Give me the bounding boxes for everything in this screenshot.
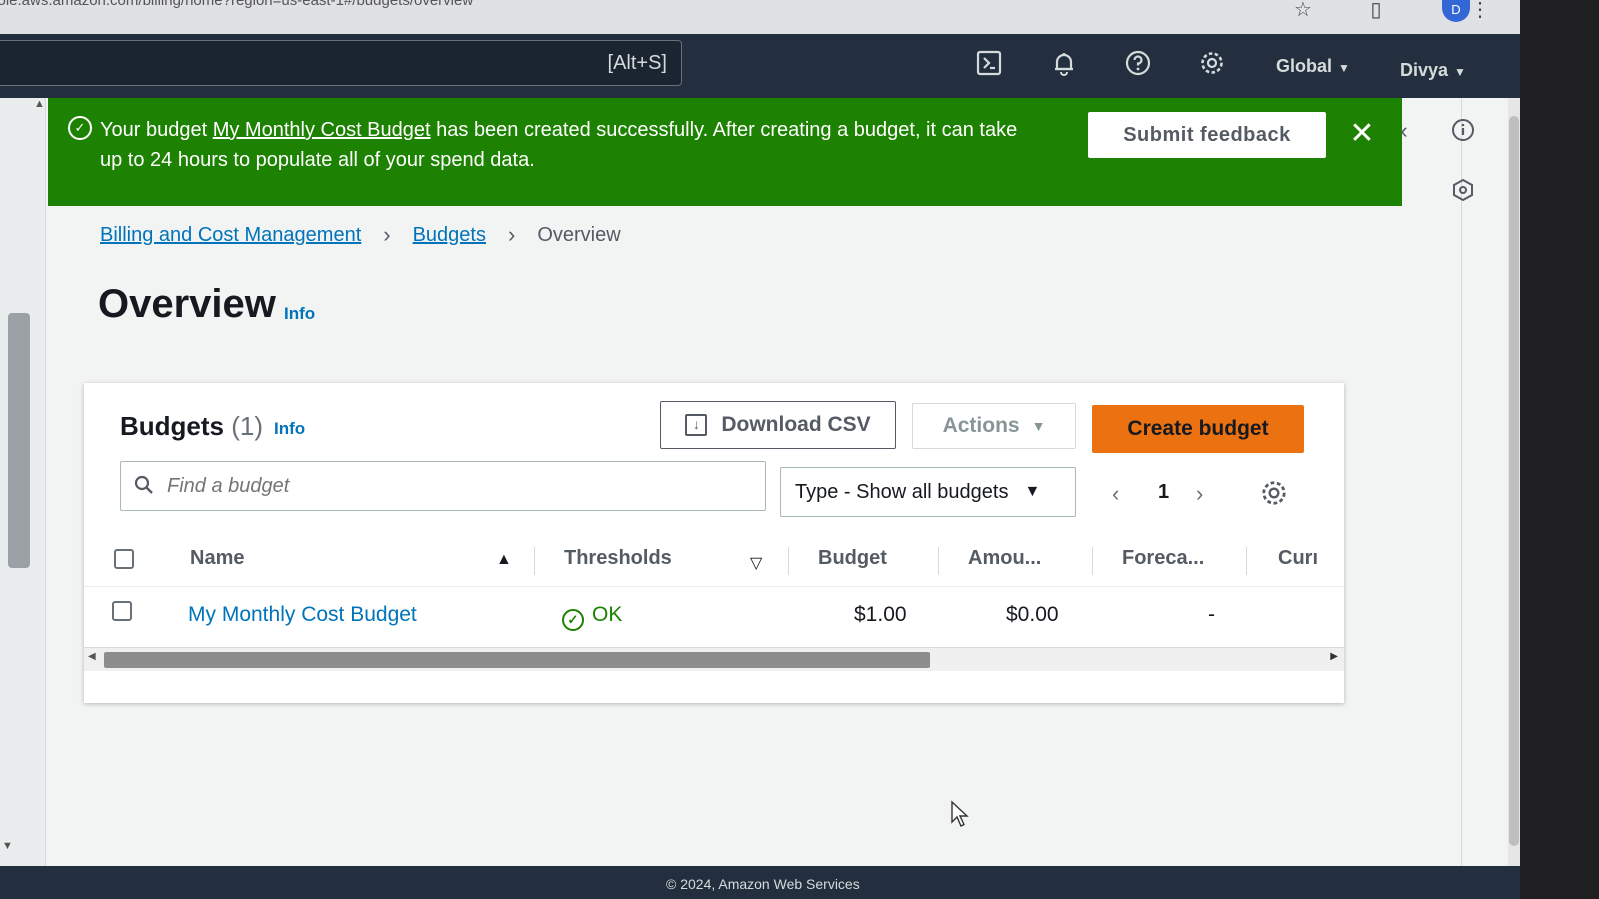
submit-feedback-button[interactable]: Submit feedback (1088, 112, 1326, 158)
success-flash-banner: ✓ Your budget My Monthly Cost Budget has… (48, 98, 1402, 206)
budgets-count: (1) (231, 411, 264, 441)
table-horizontal-scrollbar[interactable]: ◀ ▶ (84, 647, 1344, 671)
download-csv-label: Download CSV (721, 413, 871, 436)
close-icon[interactable]: ✕ (1346, 118, 1378, 150)
actual-amount-cell: $0.00 (1006, 603, 1059, 626)
column-header-budget[interactable]: Budget (818, 547, 887, 570)
help-icon[interactable] (1122, 50, 1154, 82)
browser-menu-icon[interactable]: ⋮ (1467, 0, 1493, 22)
find-budget-input[interactable] (120, 461, 766, 511)
previous-page-icon[interactable]: ‹ (1112, 481, 1119, 507)
chevron-right-icon: › (383, 222, 391, 247)
column-header-thresholds[interactable]: Thresholds (564, 547, 672, 570)
forecast-amount-cell: - (1208, 603, 1215, 626)
search-shortcut-hint: [Alt+S] (607, 52, 667, 74)
page-info-link[interactable]: Info (284, 304, 315, 324)
feedback-icon[interactable] (1448, 178, 1478, 208)
column-header-forecast[interactable]: Foreca... (1122, 547, 1204, 570)
browser-toolbar: sole.aws.amazon.com/billing/home?region=… (0, 0, 1599, 34)
info-circle-icon[interactable] (1448, 118, 1478, 148)
mouse-cursor-icon (951, 800, 969, 827)
breadcrumb: Billing and Cost Management › Budgets › … (100, 222, 621, 248)
budget-amount-cell: $1.00 (854, 603, 907, 626)
current-page-number[interactable]: 1 (1158, 481, 1169, 504)
console-footer: © 2024, Amazon Web Services (0, 866, 1520, 899)
create-budget-button[interactable]: Create budget (1092, 405, 1304, 453)
actions-dropdown[interactable]: Actions ▼ (912, 403, 1076, 449)
caret-down-icon: ▼ (1031, 418, 1046, 434)
search-icon (134, 475, 153, 494)
scroll-up-arrow-icon[interactable]: ▲ (34, 98, 45, 110)
region-selector[interactable]: Global ▼ (1276, 56, 1350, 77)
budget-name-link[interactable]: My Monthly Cost Budget (188, 603, 417, 627)
sort-ascending-icon[interactable]: ▲ (496, 551, 512, 569)
column-header-amount[interactable]: Amou... (968, 547, 1041, 570)
download-csv-button[interactable]: ↓ Download CSV (660, 401, 896, 449)
actions-label: Actions (942, 414, 1020, 437)
caret-down-icon: ▼ (1338, 61, 1350, 75)
profile-avatar[interactable]: D (1442, 0, 1470, 22)
account-menu[interactable]: Divya ▼ (1400, 60, 1466, 81)
scroll-left-arrow-icon[interactable]: ◀ (88, 651, 96, 662)
caret-down-icon: ▼ (1024, 483, 1041, 500)
utility-panel: ‹ (1400, 98, 1520, 866)
horizontal-scrollbar-thumb[interactable] (104, 652, 930, 668)
status-ok-icon: ✓ (562, 609, 584, 631)
preferences-gear-icon[interactable] (1260, 479, 1288, 507)
scroll-right-arrow-icon[interactable]: ▶ (1330, 651, 1338, 662)
breadcrumb-budgets[interactable]: Budgets (413, 224, 486, 247)
column-divider[interactable] (1246, 547, 1247, 575)
caret-down-icon: ▼ (1454, 65, 1466, 79)
page-scrollbar[interactable] (1508, 98, 1520, 866)
breadcrumb-current: Overview (537, 223, 621, 246)
column-divider[interactable] (534, 547, 535, 575)
main-content: ▲ ▼ ✓ Your budget My Monthly Cost Budget… (0, 98, 1520, 866)
chevron-left-icon[interactable]: ‹ (1389, 116, 1419, 146)
column-divider[interactable] (788, 547, 789, 575)
flash-message: Your budget My Monthly Cost Budget has b… (100, 115, 1040, 175)
type-filter-select[interactable]: Type - Show all budgets ▼ (780, 467, 1076, 517)
bell-icon[interactable] (1048, 50, 1080, 82)
column-header-current[interactable]: Curı (1278, 547, 1318, 570)
type-filter-value: Type - Show all budgets (795, 480, 1009, 503)
budgets-info-link[interactable]: Info (274, 419, 305, 439)
cloudshell-icon[interactable] (973, 50, 1005, 82)
scroll-down-arrow-icon[interactable]: ▼ (2, 840, 13, 852)
budgets-table-container: Budgets (1) Info ↓ Download CSV Actions … (84, 383, 1344, 703)
flash-budget-link[interactable]: My Monthly Cost Budget (213, 119, 431, 141)
download-icon: ↓ (685, 414, 708, 436)
column-divider[interactable] (1092, 547, 1093, 575)
chevron-right-icon: › (507, 222, 516, 247)
side-panel-icon[interactable]: ▯ (1363, 0, 1389, 22)
region-label: Global (1276, 56, 1333, 76)
budgets-heading: Budgets (1) (120, 411, 263, 442)
bookmark-star-icon[interactable]: ☆ (1290, 0, 1316, 22)
table-header: Name ▲ Thresholds ▽ Budget Amou... Forec… (84, 533, 1344, 587)
breadcrumb-billing[interactable]: Billing and Cost Management (100, 224, 361, 247)
threshold-status: ✓ OK (562, 603, 622, 631)
column-divider[interactable] (938, 547, 939, 575)
user-name: Divya (1400, 60, 1449, 80)
panel-divider (1461, 98, 1462, 866)
rail-scrollbar[interactable] (8, 313, 30, 568)
browser-url[interactable]: sole.aws.amazon.com/billing/home?region=… (0, 0, 473, 9)
budgets-title: Budgets (120, 411, 224, 441)
next-page-icon[interactable]: › (1196, 481, 1203, 507)
console-search[interactable]: [Alt+S] (0, 40, 682, 86)
page-scrollbar-thumb[interactable] (1509, 116, 1519, 846)
table-row: My Monthly Cost Budget ✓ OK $1.00 $0.00 - (84, 587, 1344, 643)
settings-gear-icon[interactable] (1196, 50, 1228, 82)
screen-bezel (1520, 0, 1599, 899)
row-checkbox[interactable] (112, 601, 132, 621)
sort-descending-icon[interactable]: ▽ (750, 553, 762, 573)
page-title: Overview (98, 282, 276, 326)
footer-copyright: © 2024, Amazon Web Services (666, 876, 860, 892)
select-all-checkbox[interactable] (114, 549, 134, 569)
success-check-icon: ✓ (68, 116, 92, 140)
column-header-name[interactable]: Name (190, 547, 244, 570)
threshold-status-text: OK (592, 603, 623, 626)
flash-text-before: Your budget (100, 119, 213, 141)
side-navigation-rail: ▲ ▼ (0, 98, 46, 866)
aws-top-nav: [Alt+S] Global ▼ Divya ▼ (0, 34, 1520, 98)
